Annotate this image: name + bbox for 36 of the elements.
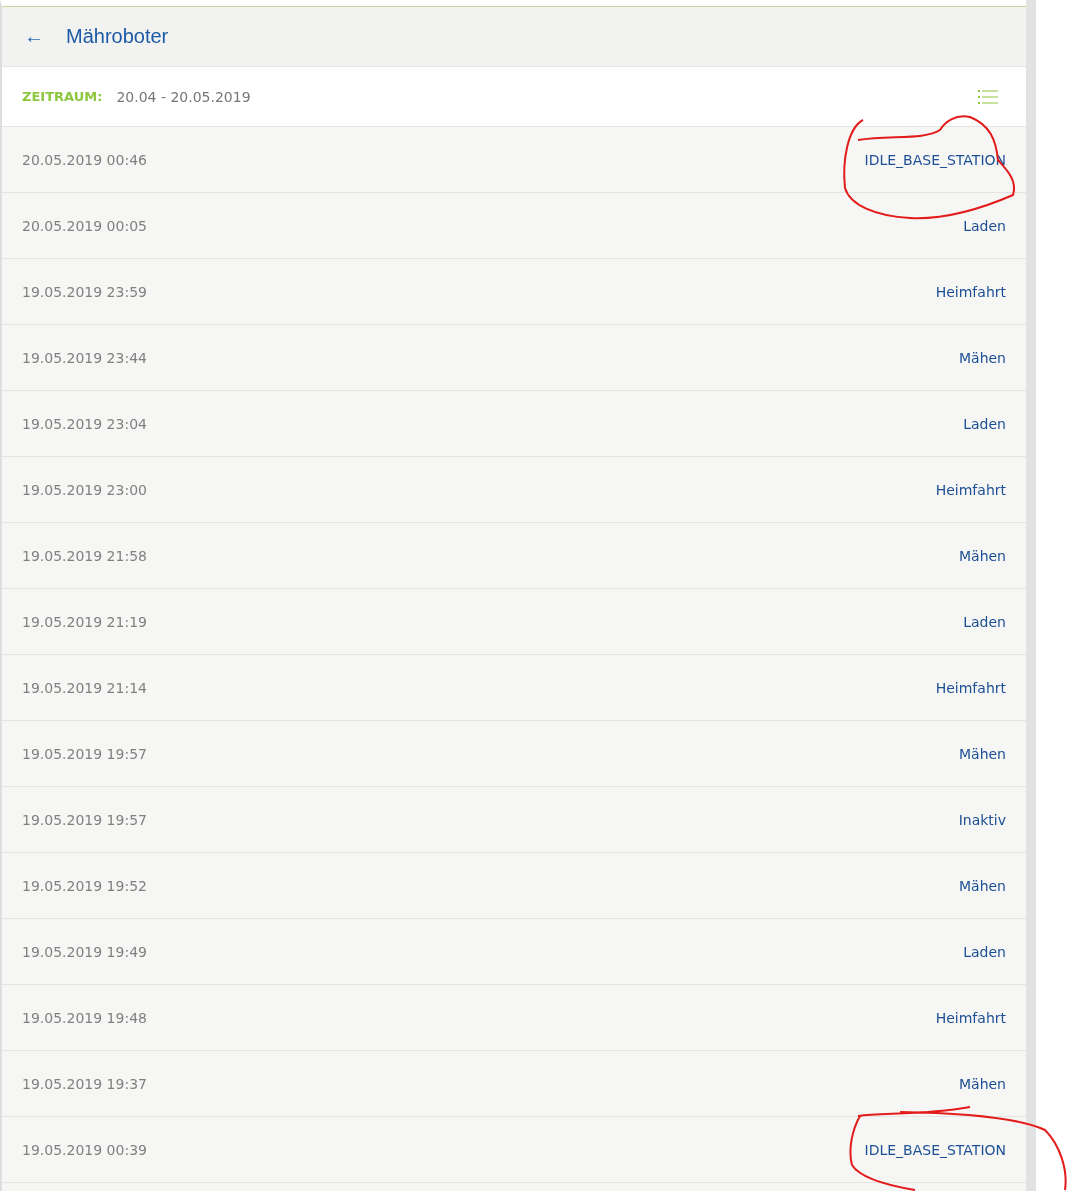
event-status: Mähen [958,547,1006,564]
event-status: Heimfahrt [935,283,1006,300]
event-status: Laden [963,613,1006,630]
page-title: Mähroboter [66,25,169,48]
event-time: 19.05.2019 19:49 [22,943,147,960]
event-status: Laden [963,415,1006,432]
event-status: Mähen [958,1075,1006,1092]
event-status: Inaktiv [958,811,1006,828]
event-status: Laden [963,943,1006,960]
event-status: IDLE_BASE_STATION [864,1141,1006,1158]
filter-label: ZEITRAUM: [22,89,103,104]
event-time: 19.05.2019 23:44 [22,349,147,366]
back-button[interactable]: ← [20,25,48,48]
event-time: 19.05.2019 23:04 [22,415,147,432]
event-time: 19.05.2019 19:52 [22,877,147,894]
event-status: Mähen [958,349,1006,366]
list-icon[interactable] [978,89,998,104]
event-time: 19.05.2019 00:39 [22,1141,147,1158]
event-time: 19.05.2019 19:48 [22,1009,147,1026]
filter-value: 20.04 - 20.05.2019 [116,88,251,105]
event-status: Heimfahrt [935,481,1006,498]
event-time: 19.05.2019 23:00 [22,481,147,498]
event-status: Mähen [958,745,1006,762]
event-status: Heimfahrt [935,1009,1006,1026]
event-status: Laden [963,217,1006,234]
event-time: 19.05.2019 21:19 [22,613,147,630]
event-status: Heimfahrt [935,679,1006,696]
event-time: 19.05.2019 19:37 [22,1075,147,1092]
event-time: 20.05.2019 00:46 [22,151,147,168]
event-time: 19.05.2019 19:57 [22,811,147,828]
event-time: 19.05.2019 23:59 [22,283,147,300]
event-time: 19.05.2019 21:58 [22,547,147,564]
event-status: Mähen [958,877,1006,894]
event-time: 19.05.2019 19:57 [22,745,147,762]
event-time: 20.05.2019 00:05 [22,217,147,234]
event-time: 19.05.2019 21:14 [22,679,147,696]
